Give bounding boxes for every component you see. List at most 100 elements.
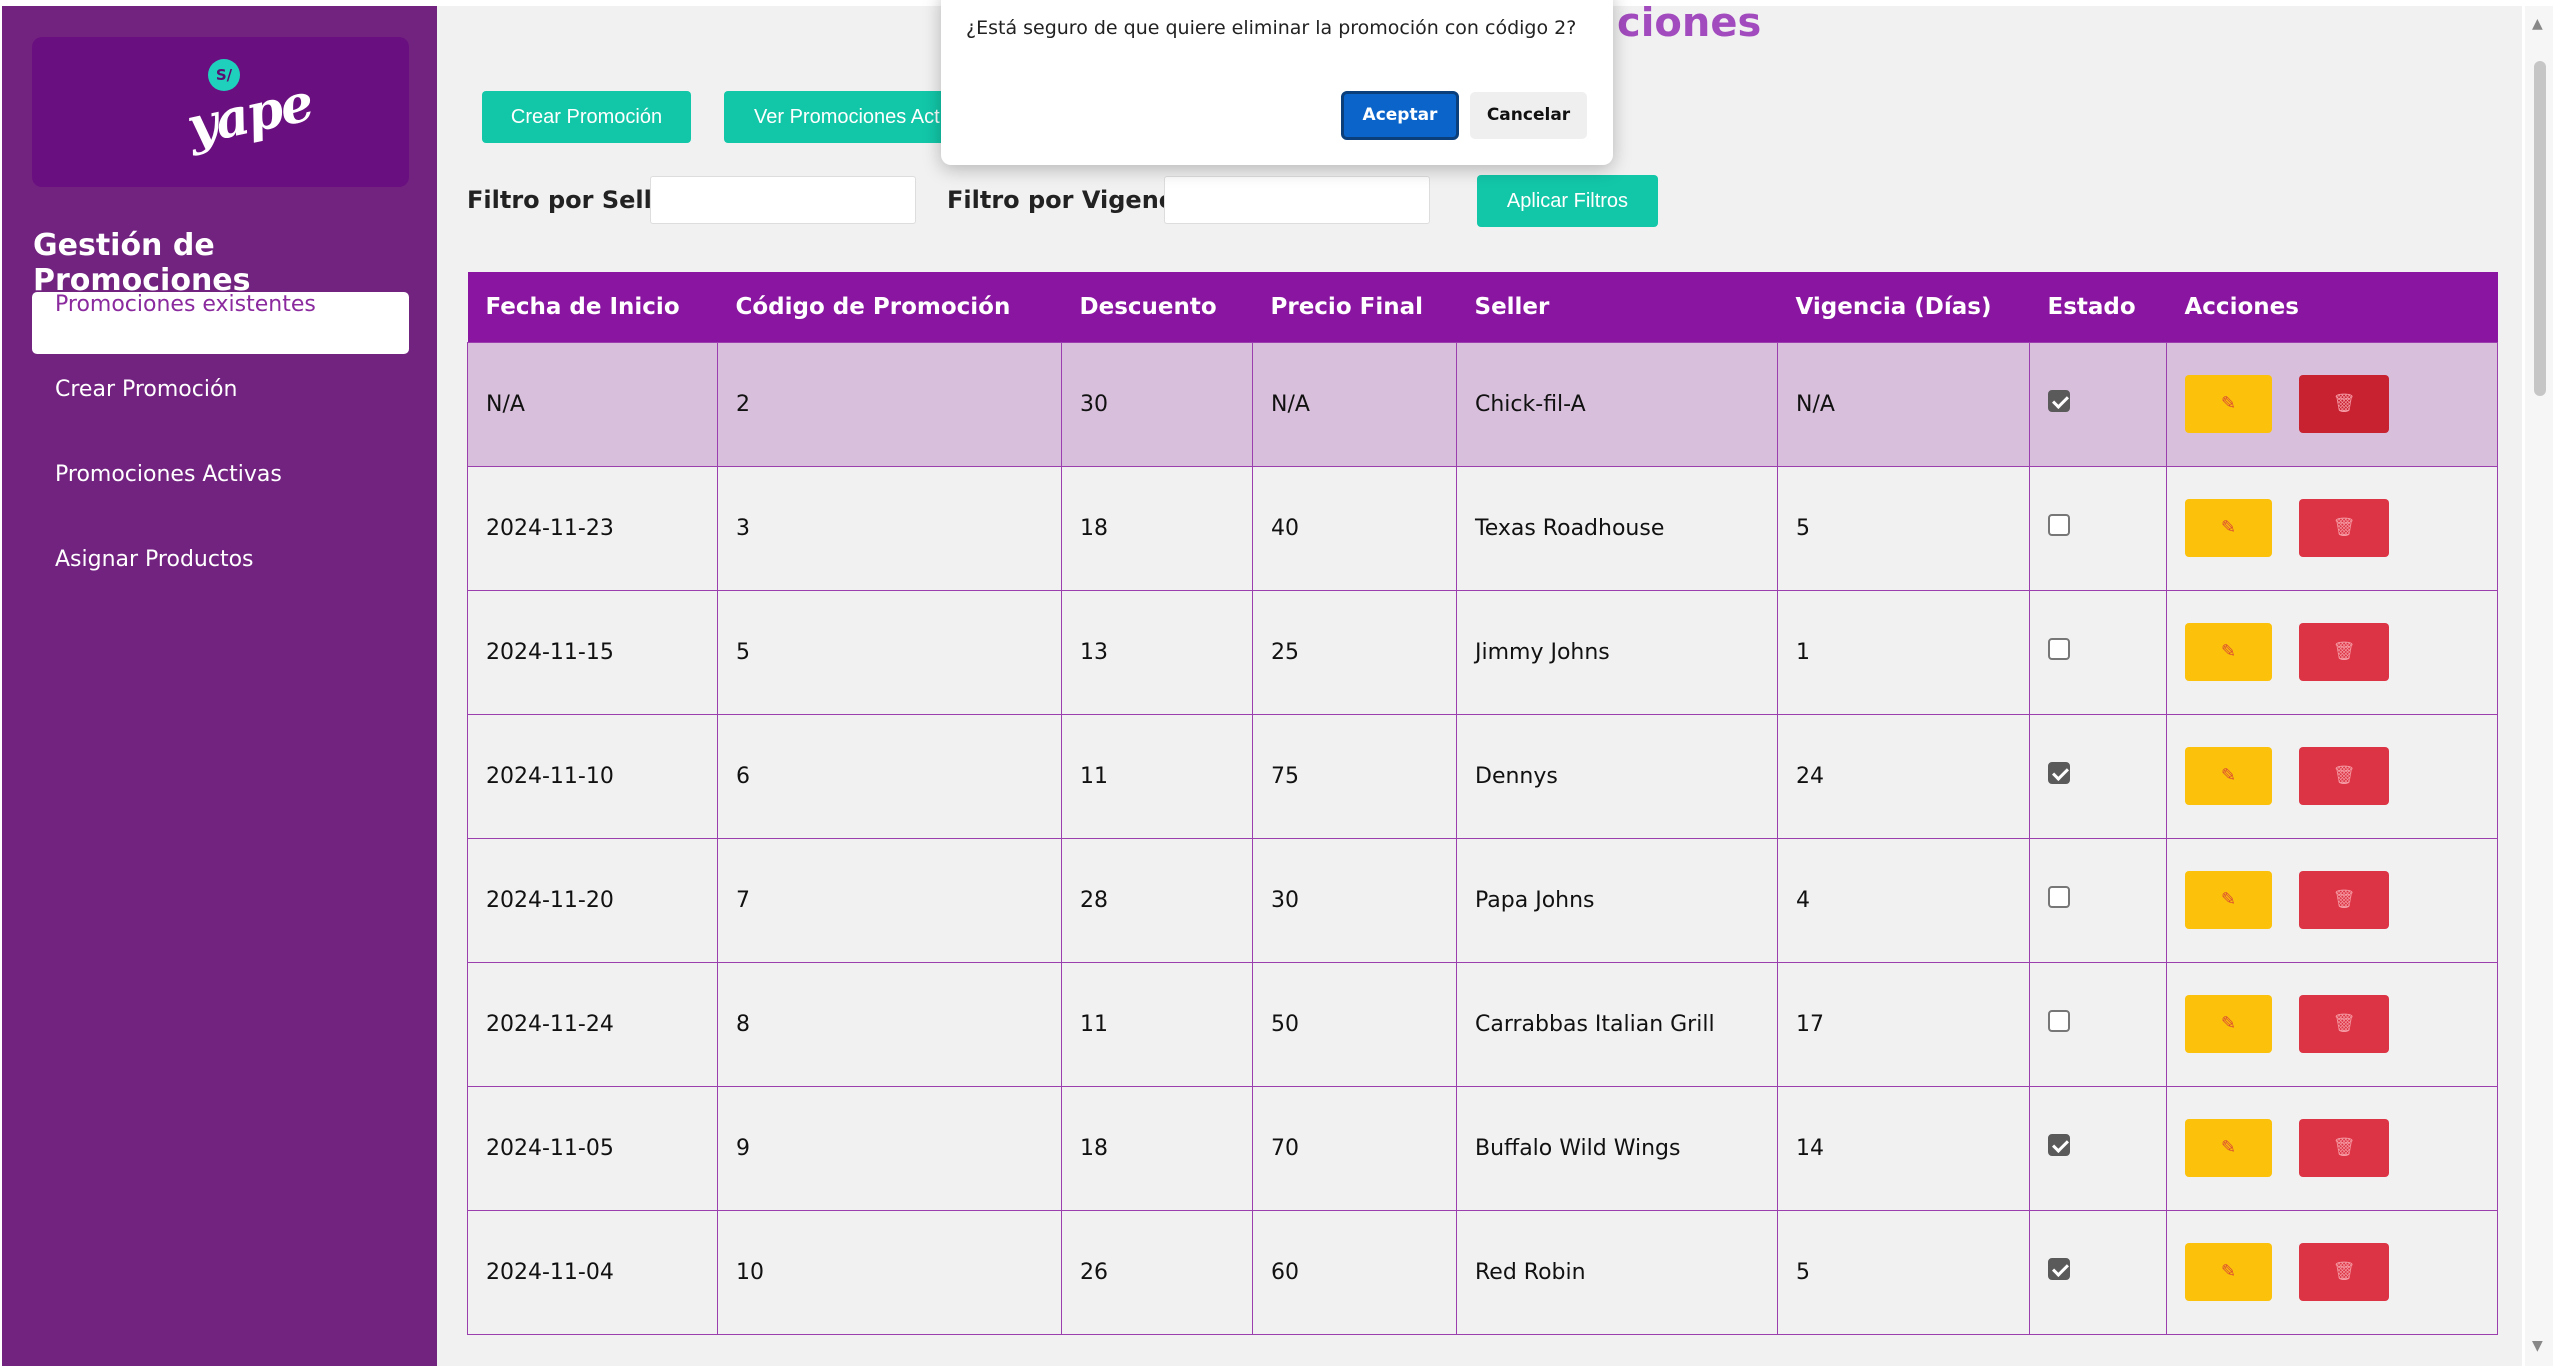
cell-precio: 70 [1252, 1085, 1457, 1211]
cell-fecha: 2024-11-04 [467, 1209, 718, 1335]
estado-checkbox[interactable] [2048, 514, 2070, 536]
cell-codigo: 10 [717, 1209, 1062, 1335]
cell-seller: Papa Johns [1456, 837, 1778, 963]
cell-seller: Red Robin [1456, 1209, 1778, 1335]
cell-estado [2029, 465, 2167, 591]
cell-fecha: 2024-11-10 [467, 713, 718, 839]
cancelar-button[interactable]: Cancelar [1470, 92, 1587, 139]
delete-button[interactable]: 🗑 [2299, 623, 2389, 681]
cell-codigo: 8 [717, 961, 1062, 1087]
edit-button[interactable]: ✎ [2185, 623, 2272, 681]
cell-acciones: ✎ 🗑 [2166, 713, 2498, 839]
ver-promociones-button[interactable]: Ver Promociones Act [724, 91, 954, 143]
edit-button[interactable]: ✎ [2185, 375, 2272, 433]
sidebar-item-asignar-productos[interactable]: Asignar Productos [32, 547, 409, 609]
delete-button[interactable]: 🗑 [2299, 499, 2389, 557]
delete-button[interactable]: 🗑 [2299, 995, 2389, 1053]
cell-seller: Buffalo Wild Wings [1456, 1085, 1778, 1211]
sidebar-item-promociones-activas[interactable]: Promociones Activas [32, 462, 409, 524]
yape-logo: S/ yape [32, 37, 409, 187]
cell-estado [2029, 1209, 2167, 1335]
estado-checkbox[interactable] [2048, 1258, 2070, 1280]
cell-vigencia: 4 [1777, 837, 2030, 963]
cell-precio: 30 [1252, 837, 1457, 963]
col-header-estado: Estado [2029, 272, 2167, 342]
cell-descuento: 30 [1061, 341, 1253, 467]
cell-acciones: ✎ 🗑 [2166, 465, 2498, 591]
edit-button[interactable]: ✎ [2185, 871, 2272, 929]
estado-checkbox[interactable] [2048, 886, 2070, 908]
cell-vigencia: 14 [1777, 1085, 2030, 1211]
cell-estado [2029, 713, 2167, 839]
logo-text: yape [181, 71, 318, 158]
table-row: 2024-11-20 7 28 30 Papa Johns 4 ✎ 🗑 [467, 837, 2498, 963]
edit-button[interactable]: ✎ [2185, 995, 2272, 1053]
scroll-up-arrow-icon[interactable]: ▲ [2532, 16, 2543, 32]
scroll-thumb[interactable] [2534, 61, 2546, 396]
sidebar: S/ yape Gestión de Promociones Promocion… [2, 6, 437, 1366]
cell-acciones: ✎ 🗑 [2166, 1209, 2498, 1335]
cell-precio: 75 [1252, 713, 1457, 839]
sidebar-nav: Promociones existentes Crear Promoción P… [32, 292, 409, 632]
aceptar-button[interactable]: Aceptar [1341, 91, 1459, 140]
sidebar-item-promociones-existentes[interactable]: Promociones existentes [32, 292, 409, 354]
cell-seller: Jimmy Johns [1456, 589, 1778, 715]
estado-checkbox[interactable] [2048, 638, 2070, 660]
cell-precio: 50 [1252, 961, 1457, 1087]
cell-seller: Carrabbas Italian Grill [1456, 961, 1778, 1087]
cell-descuento: 18 [1061, 1085, 1253, 1211]
cell-fecha: 2024-11-05 [467, 1085, 718, 1211]
crear-promocion-button[interactable]: Crear Promoción [482, 91, 691, 143]
cell-descuento: 28 [1061, 837, 1253, 963]
edit-button[interactable]: ✎ [2185, 499, 2272, 557]
delete-button[interactable]: 🗑 [2299, 1243, 2389, 1301]
estado-checkbox[interactable] [2048, 390, 2070, 412]
col-header-precio: Precio Final [1252, 272, 1457, 342]
col-header-acciones: Acciones [2166, 272, 2498, 342]
edit-button[interactable]: ✎ [2185, 1119, 2272, 1177]
cell-seller: Dennys [1456, 713, 1778, 839]
scroll-down-arrow-icon[interactable]: ▼ [2532, 1338, 2543, 1354]
cell-estado [2029, 961, 2167, 1087]
cell-fecha: 2024-11-23 [467, 465, 718, 591]
cell-estado [2029, 837, 2167, 963]
cell-estado [2029, 589, 2167, 715]
cell-acciones: ✎ 🗑 [2166, 341, 2498, 467]
table-row: 2024-11-04 10 26 60 Red Robin 5 ✎ 🗑 [467, 1209, 2498, 1335]
table-row: 2024-11-05 9 18 70 Buffalo Wild Wings 14 ✎ 🗑 [467, 1085, 2498, 1211]
cell-vigencia: N/A [1777, 341, 2030, 467]
edit-button[interactable]: ✎ [2185, 1243, 2272, 1301]
estado-checkbox[interactable] [2048, 1134, 2070, 1156]
col-header-descuento: Descuento [1061, 272, 1253, 342]
edit-button[interactable]: ✎ [2185, 747, 2272, 805]
cell-precio: 60 [1252, 1209, 1457, 1335]
aplicar-filtros-button[interactable]: Aplicar Filtros [1477, 175, 1658, 227]
table-row: 2024-11-23 3 18 40 Texas Roadhouse 5 ✎ 🗑 [467, 465, 2498, 591]
estado-checkbox[interactable] [2048, 762, 2070, 784]
promotions-table: Fecha de Inicio Código de Promoción Desc… [467, 272, 2498, 1335]
cell-descuento: 11 [1061, 713, 1253, 839]
filter-vigencia-input[interactable] [1164, 176, 1430, 224]
delete-button[interactable]: 🗑 [2299, 375, 2389, 433]
delete-button[interactable]: 🗑 [2299, 1119, 2389, 1177]
cell-precio: N/A [1252, 341, 1457, 467]
cell-vigencia: 5 [1777, 465, 2030, 591]
filter-seller-input[interactable] [650, 176, 916, 224]
vertical-scrollbar[interactable]: ▲ ▼ [2525, 6, 2553, 1366]
table-row: 2024-11-24 8 11 50 Carrabbas Italian Grill 17… [467, 961, 2498, 1087]
delete-button[interactable]: 🗑 [2299, 871, 2389, 929]
cell-vigencia: 5 [1777, 1209, 2030, 1335]
sidebar-item-crear-promocion[interactable]: Crear Promoción [32, 377, 409, 439]
delete-button[interactable]: 🗑 [2299, 747, 2389, 805]
table-row: 2024-11-15 5 13 25 Jimmy Johns 1 ✎ 🗑 [467, 589, 2498, 715]
cell-codigo: 5 [717, 589, 1062, 715]
cell-acciones: ✎ 🗑 [2166, 1085, 2498, 1211]
cell-codigo: 2 [717, 341, 1062, 467]
cell-acciones: ✎ 🗑 [2166, 837, 2498, 963]
cell-codigo: 9 [717, 1085, 1062, 1211]
dialog-message: ¿Está seguro de que quiere eliminar la p… [966, 17, 1577, 39]
estado-checkbox[interactable] [2048, 1010, 2070, 1032]
cell-codigo: 6 [717, 713, 1062, 839]
table-header-row: Fecha de Inicio Código de Promoción Desc… [467, 272, 2498, 342]
confirm-dialog: ¿Está seguro de que quiere eliminar la p… [941, 0, 1613, 165]
